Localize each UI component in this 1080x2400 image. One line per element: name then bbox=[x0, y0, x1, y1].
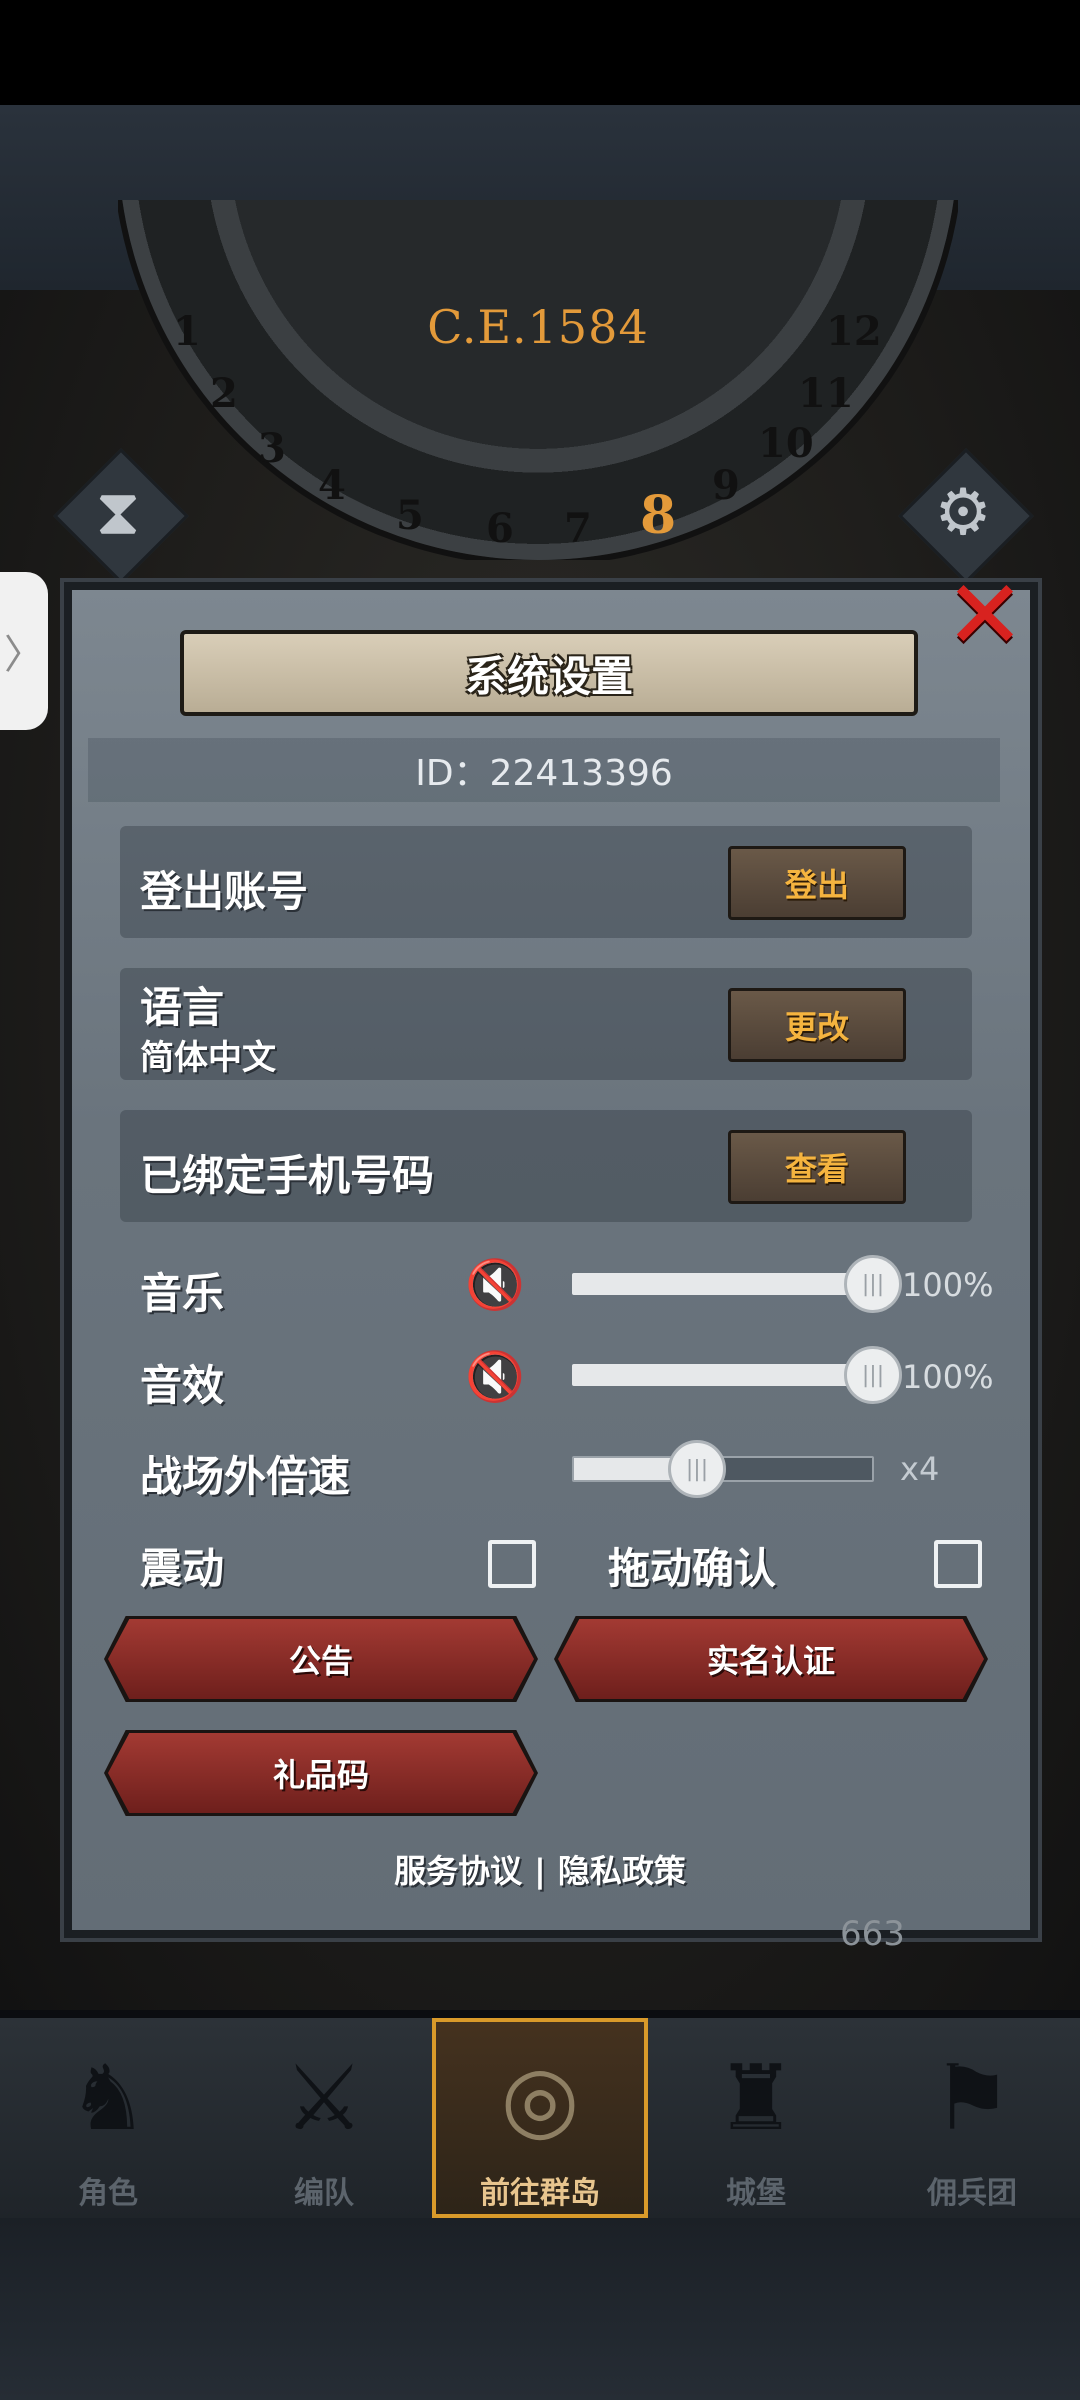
announcement-button[interactable]: 公告 bbox=[108, 1619, 534, 1699]
knight-icon: ♞ bbox=[67, 2045, 149, 2151]
sfx-label: 音效 bbox=[140, 1361, 225, 1410]
warrior-icon: ⚔ bbox=[283, 2045, 365, 2151]
close-icon[interactable]: ✕ bbox=[945, 559, 1025, 671]
change-language-button[interactable]: 更改 bbox=[728, 988, 906, 1062]
nav-label: 前往群岛 bbox=[480, 2176, 600, 2211]
sfx-value: 100% bbox=[902, 1358, 994, 1396]
privacy-link[interactable]: 隐私政策 bbox=[558, 1852, 686, 1890]
music-value: 100% bbox=[902, 1266, 994, 1304]
music-slider[interactable]: ||| bbox=[572, 1255, 902, 1313]
dial-number: 3 bbox=[258, 425, 286, 472]
chevron-right-icon: 〉 bbox=[4, 632, 44, 678]
dial-number: 1 bbox=[173, 308, 201, 355]
nav-label: 角色 bbox=[78, 2176, 138, 2211]
dialog-title: 系统设置 bbox=[180, 630, 918, 716]
nav-formation[interactable]: ⚔ 编队 bbox=[216, 2018, 432, 2218]
nav-label: 佣兵团 bbox=[927, 2176, 1017, 2211]
logout-button[interactable]: 登出 bbox=[728, 846, 906, 920]
dial-number: 4 bbox=[318, 462, 346, 509]
globe-icon: ◎ bbox=[500, 2045, 580, 2151]
link-separator: | bbox=[534, 1852, 546, 1890]
music-label: 音乐 bbox=[140, 1269, 225, 1318]
sfx-slider-handle[interactable]: ||| bbox=[844, 1346, 902, 1404]
language-label: 语言 bbox=[140, 983, 225, 1032]
vibration-label: 震动 bbox=[140, 1544, 225, 1593]
logout-label: 登出账号 bbox=[140, 867, 309, 916]
drag-confirm-label: 拖动确认 bbox=[608, 1544, 777, 1593]
view-phone-button[interactable]: 查看 bbox=[728, 1130, 906, 1204]
gift-code-button[interactable]: 礼品码 bbox=[108, 1733, 534, 1813]
language-value: 简体中文 bbox=[140, 1038, 276, 1078]
castle-icon: ♜ bbox=[715, 2045, 797, 2151]
banner-icon: ⚑ bbox=[931, 2045, 1013, 2151]
music-slider-handle[interactable]: ||| bbox=[844, 1255, 902, 1313]
sfx-slider[interactable]: ||| bbox=[572, 1346, 902, 1404]
nav-label: 编队 bbox=[294, 2176, 354, 2211]
speed-slider-handle[interactable]: ||| bbox=[668, 1440, 726, 1498]
legal-links: 服务协议 | 隐私政策 bbox=[0, 1846, 1080, 1892]
speed-value: x4 bbox=[900, 1450, 940, 1488]
dial-number: 7 bbox=[564, 505, 592, 552]
speed-slider[interactable]: ||| bbox=[572, 1440, 874, 1498]
nav-label: 城堡 bbox=[726, 2176, 786, 2211]
language-row: 语言 简体中文 更改 bbox=[120, 968, 972, 1080]
speed-label: 战场外倍速 bbox=[140, 1452, 351, 1501]
status-bar bbox=[0, 0, 1080, 105]
vibration-checkbox[interactable] bbox=[488, 1540, 536, 1588]
bottom-band bbox=[0, 2218, 1080, 2400]
terms-link[interactable]: 服务协议 bbox=[394, 1852, 522, 1890]
dial-number: 9 bbox=[712, 462, 740, 509]
logout-row: 登出账号 登出 bbox=[120, 826, 972, 938]
mute-sfx-icon[interactable]: 🔇 bbox=[460, 1348, 530, 1405]
nav-role[interactable]: ♞ 角色 bbox=[0, 2018, 216, 2218]
dial-number: 5 bbox=[396, 492, 424, 539]
gem-count: 663 bbox=[840, 1914, 905, 1954]
phone-label: 已绑定手机号码 bbox=[140, 1151, 435, 1200]
dial-number-current: 8 bbox=[640, 485, 677, 546]
nav-islands[interactable]: ◎ 前往群岛 bbox=[432, 2018, 648, 2218]
mute-music-icon[interactable]: 🔇 bbox=[460, 1256, 530, 1313]
drawer-tab[interactable]: 〉 bbox=[0, 572, 48, 730]
dial-number: 6 bbox=[486, 505, 514, 552]
dial-number: 2 bbox=[210, 370, 238, 417]
phone-row: 已绑定手机号码 查看 bbox=[120, 1110, 972, 1222]
calendar-dial: C.E.1584 1 2 3 4 5 6 7 8 9 10 11 12 bbox=[118, 200, 958, 560]
user-id: ID：22413396 bbox=[88, 738, 1000, 802]
dial-number: 10 bbox=[758, 420, 814, 467]
hourglass-icon[interactable]: ⧗ bbox=[58, 453, 178, 573]
nav-castle[interactable]: ♜ 城堡 bbox=[648, 2018, 864, 2218]
realname-verify-button[interactable]: 实名认证 bbox=[558, 1619, 984, 1699]
drag-confirm-checkbox[interactable] bbox=[934, 1540, 982, 1588]
dial-number: 12 bbox=[826, 308, 882, 355]
dial-number: 11 bbox=[798, 370, 854, 417]
gear-icon[interactable]: ⚙ bbox=[903, 453, 1023, 573]
nav-mercenary[interactable]: ⚑ 佣兵团 bbox=[864, 2018, 1080, 2218]
